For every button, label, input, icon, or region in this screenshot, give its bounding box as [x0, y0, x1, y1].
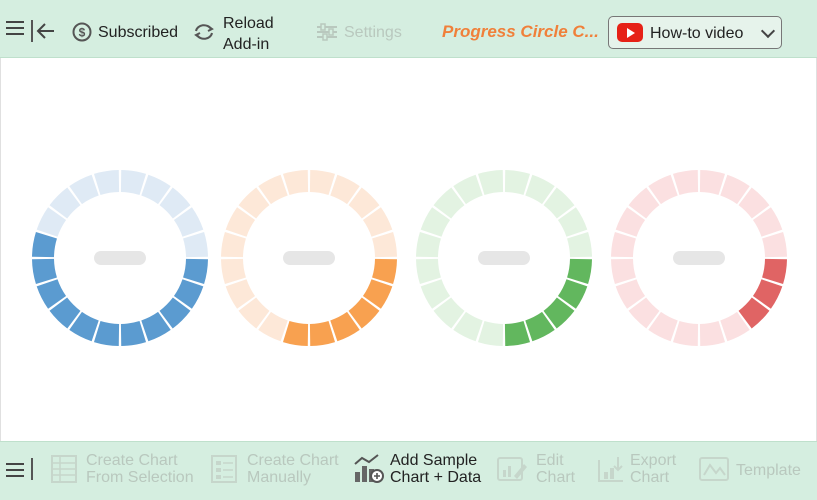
form-icon[interactable] — [210, 454, 238, 484]
segment-track — [611, 258, 636, 285]
segment-track — [477, 170, 504, 195]
create-from-selection-line2: From Selection — [86, 469, 194, 486]
add-sample-line1: Add Sample — [390, 452, 478, 469]
export-line1: Export — [630, 452, 677, 469]
create-manually-line1: Create Chart — [247, 452, 339, 469]
menu-icon[interactable] — [6, 17, 24, 39]
segment-track — [183, 231, 208, 258]
segment-track — [672, 321, 699, 346]
segment-filled — [93, 321, 120, 346]
export-line2: Chart — [630, 469, 670, 486]
segment-track — [93, 170, 120, 195]
segment-track — [120, 170, 147, 195]
settings-button[interactable]: Settings — [344, 24, 402, 42]
sample-chart-icon[interactable] — [352, 452, 384, 484]
subscribed-label[interactable]: Subscribed — [98, 24, 178, 42]
add-sample-line2: Chart + Data — [390, 469, 482, 486]
segment-filled — [309, 321, 336, 346]
create-from-selection-line1: Create Chart — [86, 452, 178, 469]
segment-track — [699, 170, 726, 195]
reload-label-line1: Reload — [223, 15, 274, 32]
segment-filled — [567, 258, 592, 285]
bottom-toolbar: Create Chart From Selection Create Chart… — [0, 441, 817, 500]
template-icon[interactable] — [698, 455, 730, 483]
segment-track — [672, 170, 699, 195]
reload-icon[interactable] — [192, 22, 216, 42]
progress-circle-blue — [32, 170, 208, 346]
reload-addin-button[interactable]: Reload Add-in — [223, 13, 274, 55]
segment-filled — [32, 258, 57, 285]
create-manually-button[interactable]: Create Chart Manually — [247, 452, 339, 486]
edit-chart-icon[interactable] — [496, 454, 528, 484]
sliders-icon[interactable] — [316, 23, 338, 41]
page-title: Progress Circle C... — [442, 22, 599, 41]
chevron-down-icon — [760, 23, 776, 39]
segment-filled — [32, 231, 57, 258]
segment-track — [504, 170, 531, 195]
segment-track — [282, 170, 309, 195]
menu-icon[interactable] — [6, 459, 24, 481]
segment-filled — [183, 258, 208, 285]
segment-track — [762, 231, 787, 258]
template-button[interactable]: Template — [736, 462, 801, 480]
edit-line1: Edit — [536, 452, 564, 469]
segment-filled — [762, 258, 787, 285]
segment-track — [699, 321, 726, 346]
create-manually-line2: Manually — [247, 469, 312, 486]
segment-filled — [504, 321, 531, 346]
value-placeholder — [478, 251, 530, 265]
segment-track — [567, 231, 592, 258]
segment-track — [309, 170, 336, 195]
top-toolbar: $ Subscribed Reload Add-in Settings Prog… — [0, 0, 817, 58]
segment-track — [416, 231, 441, 258]
edit-chart-button[interactable]: Edit Chart — [536, 452, 575, 486]
segment-filled — [120, 321, 147, 346]
segment-track — [611, 231, 636, 258]
youtube-icon — [617, 23, 643, 42]
export-chart-button[interactable]: Export Chart — [630, 452, 676, 486]
create-from-selection-button[interactable]: Create Chart From Selection — [86, 452, 194, 486]
reload-label-line2: Add-in — [223, 36, 270, 53]
segment-filled — [282, 321, 309, 346]
add-sample-button[interactable]: Add Sample Chart + Data — [390, 452, 481, 486]
segment-track — [416, 258, 441, 285]
segment-track — [477, 321, 504, 346]
segment-track — [372, 231, 397, 258]
segment-track — [221, 258, 246, 285]
export-chart-icon[interactable] — [596, 454, 626, 484]
progress-circle-charts — [32, 170, 787, 346]
how-to-video-select[interactable]: How-to video — [608, 16, 782, 49]
segment-filled — [372, 258, 397, 285]
progress-circle-green — [416, 170, 592, 346]
segment-track — [221, 231, 246, 258]
divider — [31, 20, 33, 42]
dollar-icon: $ — [72, 22, 92, 42]
video-select-label: How-to video — [650, 25, 744, 42]
edit-line2: Chart — [536, 469, 576, 486]
divider — [31, 458, 33, 480]
table-icon[interactable] — [50, 454, 78, 484]
value-placeholder — [94, 251, 146, 265]
subscribed-button[interactable]: $ — [72, 22, 92, 42]
progress-circle-red — [611, 170, 787, 346]
value-placeholder — [673, 251, 725, 265]
chart-canvas — [0, 58, 817, 441]
svg-text:$: $ — [79, 26, 86, 40]
progress-circle-orange — [221, 170, 397, 346]
back-arrow-icon[interactable] — [36, 22, 56, 40]
value-placeholder — [283, 251, 335, 265]
